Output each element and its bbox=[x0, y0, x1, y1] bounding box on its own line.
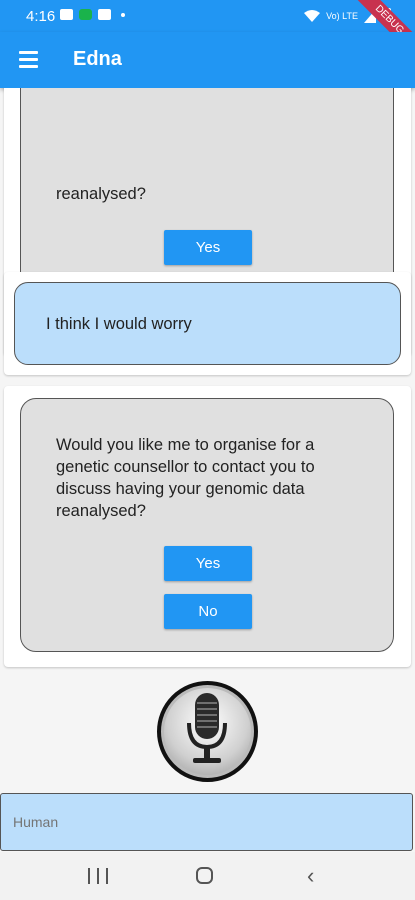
no-button[interactable]: No bbox=[164, 594, 252, 629]
bot-bubble: Would you like me to organise for a gene… bbox=[20, 398, 394, 652]
microphone-icon bbox=[187, 693, 227, 763]
microphone-button[interactable] bbox=[157, 681, 258, 782]
system-nav-bar: ‹ bbox=[0, 852, 415, 900]
bot-message-text: reanalysed? bbox=[56, 185, 146, 203]
gallery-icon bbox=[60, 9, 73, 20]
human-input-field[interactable] bbox=[0, 793, 413, 851]
youtube-icon bbox=[98, 9, 111, 20]
yes-button[interactable]: Yes bbox=[164, 230, 252, 265]
status-time: 4:16 bbox=[26, 8, 56, 25]
yes-button[interactable]: Yes bbox=[164, 546, 252, 581]
notification-icons bbox=[60, 9, 125, 20]
more-notifications-icon bbox=[121, 12, 125, 17]
signal-text: Vo) LTE bbox=[326, 11, 358, 21]
user-message-text: I think I would worry bbox=[46, 315, 192, 333]
app-title: Edna bbox=[73, 48, 122, 70]
recents-icon[interactable] bbox=[88, 868, 108, 884]
menu-icon[interactable] bbox=[19, 51, 38, 69]
bot-message-card: Would you like me to organise for a gene… bbox=[4, 386, 411, 667]
app-notification-icon bbox=[79, 9, 92, 20]
home-icon[interactable] bbox=[196, 867, 213, 884]
user-message-card: I think I would worry bbox=[4, 272, 411, 375]
status-bar: 4:16 Vo) LTE bbox=[0, 0, 415, 32]
bot-message-text: Would you like me to organise for a gene… bbox=[56, 436, 315, 520]
app-bar: Edna bbox=[0, 32, 415, 88]
wifi-icon bbox=[304, 10, 321, 22]
back-icon[interactable]: ‹ bbox=[307, 865, 327, 887]
chat-list[interactable]: reanalysed? Yes No I think I would worry… bbox=[0, 88, 415, 673]
user-bubble: I think I would worry bbox=[14, 282, 401, 365]
